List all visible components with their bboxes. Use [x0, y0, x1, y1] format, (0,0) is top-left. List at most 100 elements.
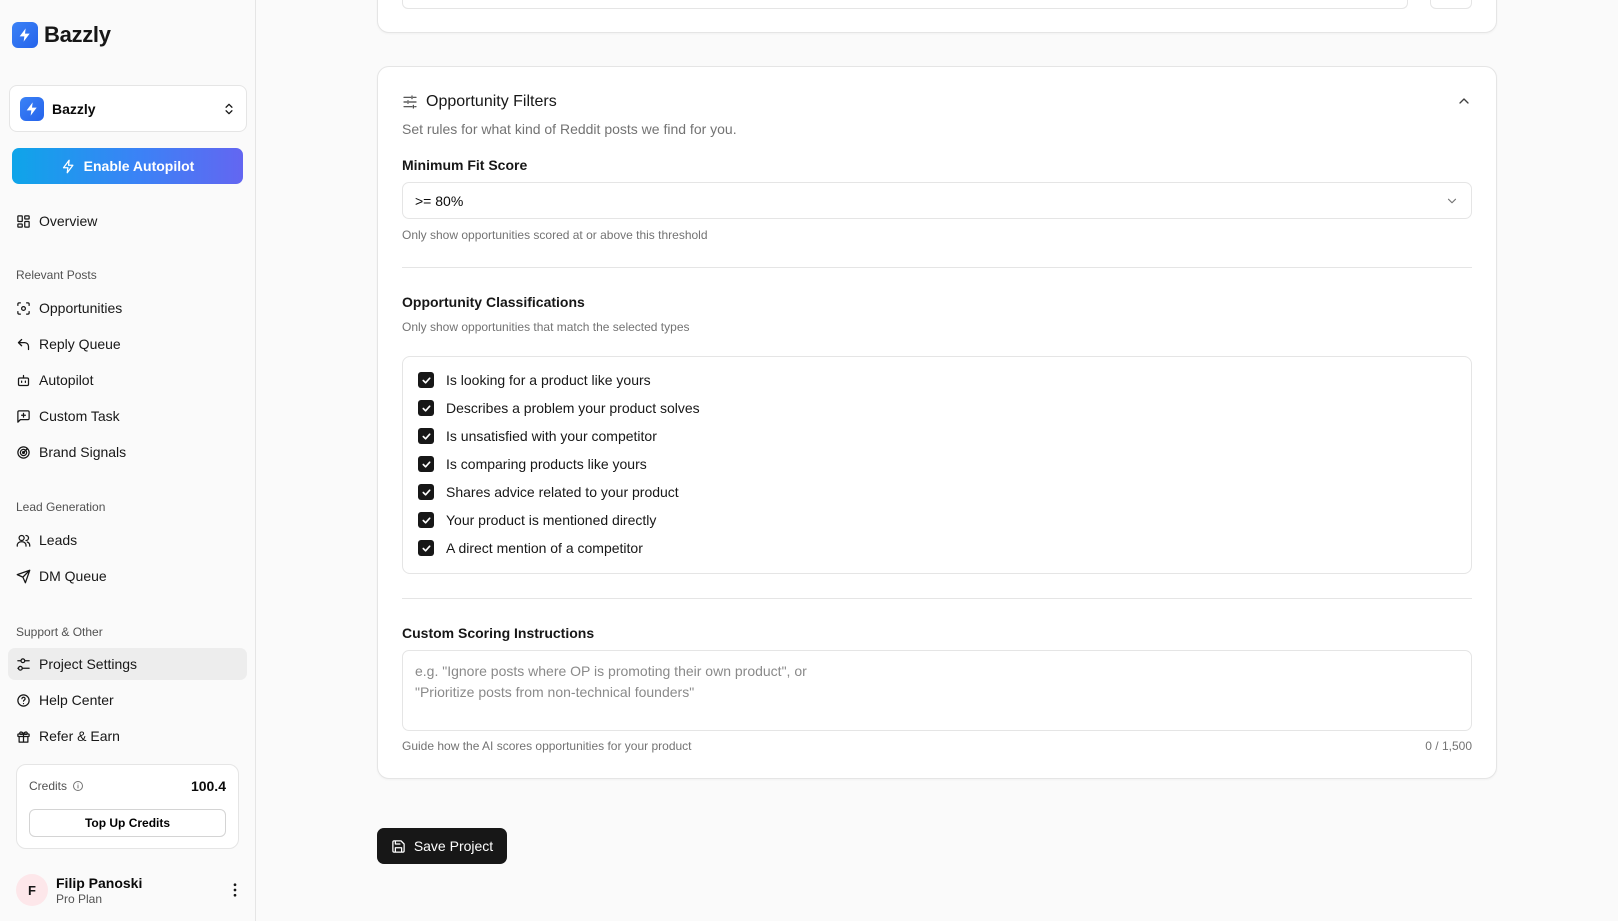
section-divider	[402, 598, 1472, 599]
bolt-icon	[62, 159, 74, 173]
card-title: Opportunity Filters	[402, 93, 557, 111]
previous-card-button[interactable]	[1430, 0, 1472, 9]
sidebar-item-label: Brand Signals	[39, 444, 127, 460]
checkbox-checked[interactable]	[418, 400, 434, 416]
sidebar-item-autopilot[interactable]: Autopilot	[8, 364, 247, 396]
card-title-text: Opportunity Filters	[426, 93, 557, 110]
previous-settings-card	[377, 0, 1497, 33]
previous-card-input[interactable]	[402, 0, 1408, 9]
reply-icon	[17, 338, 30, 350]
user-plan: Pro Plan	[56, 891, 103, 906]
bolt-logo-icon	[20, 96, 44, 121]
gift-icon	[17, 730, 30, 743]
message-plus-icon	[17, 409, 30, 423]
sidebar-item-label: Help Center	[39, 692, 114, 708]
user-info: Filip Panoski Pro Plan	[56, 875, 226, 906]
sidebar-item-project-settings[interactable]: Project Settings	[8, 648, 247, 680]
sidebar-item-leads[interactable]: Leads	[8, 524, 247, 556]
classification-label: Your product is mentioned directly	[446, 512, 657, 528]
card-description: Set rules for what kind of Reddit posts …	[402, 121, 737, 137]
project-name: Bazzly	[52, 100, 96, 117]
scan-target-icon	[17, 301, 30, 315]
classification-label: Is looking for a product like yours	[446, 372, 651, 388]
classification-checkbox[interactable]: Your product is mentioned directly	[418, 512, 656, 528]
classification-label: Is unsatisfied with your competitor	[446, 428, 657, 444]
checkbox-checked[interactable]	[418, 456, 434, 472]
classification-label: A direct mention of a competitor	[446, 540, 643, 556]
users-icon	[16, 534, 31, 547]
custom-scoring-help: Guide how the AI scores opportunities fo…	[402, 739, 692, 753]
checkbox-checked[interactable]	[418, 540, 434, 556]
classification-checkbox[interactable]: Describes a problem your product solves	[418, 400, 700, 416]
custom-scoring-textarea[interactable]: e.g. "Ignore posts where OP is promoting…	[402, 650, 1472, 731]
min-fit-score-value: >= 80%	[415, 192, 464, 209]
custom-scoring-label: Custom Scoring Instructions	[402, 625, 595, 641]
classification-checkbox[interactable]: A direct mention of a competitor	[418, 540, 643, 556]
info-icon[interactable]	[72, 780, 84, 792]
avatar: F	[16, 874, 48, 906]
brand[interactable]: Bazzly	[12, 22, 111, 48]
sidebar: Bazzly Bazzly Enable Autopilot Overview …	[0, 0, 256, 921]
min-fit-score-label: Minimum Fit Score	[402, 157, 528, 173]
credits-value: 100.4	[190, 778, 226, 794]
classification-checkbox[interactable]: Is unsatisfied with your competitor	[418, 428, 657, 444]
radar-icon	[17, 445, 30, 459]
sidebar-item-help-center[interactable]: Help Center	[8, 684, 247, 716]
check-icon	[421, 460, 431, 468]
chevron-up-down-icon	[225, 103, 233, 114]
checkbox-checked[interactable]	[418, 428, 434, 444]
send-icon	[16, 569, 31, 583]
more-vertical-icon[interactable]	[226, 881, 244, 899]
chevron-up-icon[interactable]	[1456, 93, 1472, 109]
nav-group-support-other: Support & Other	[16, 625, 103, 639]
classifications-list: Is looking for a product like yours Desc…	[402, 356, 1472, 574]
user-profile[interactable]: F Filip Panoski Pro Plan	[16, 872, 244, 908]
sidebar-item-brand-signals[interactable]: Brand Signals	[8, 436, 247, 468]
sidebar-item-opportunities[interactable]: Opportunities	[8, 292, 247, 324]
credits-label: Credits	[29, 779, 84, 793]
check-icon	[421, 432, 431, 440]
enable-autopilot-button[interactable]: Enable Autopilot	[12, 148, 243, 184]
sidebar-item-label: Leads	[39, 532, 78, 548]
sidebar-item-label: DM Queue	[39, 568, 107, 584]
check-icon	[421, 544, 431, 552]
sidebar-item-label: Autopilot	[39, 372, 94, 388]
check-icon	[421, 516, 431, 524]
dashboard-icon	[17, 214, 30, 228]
checkbox-checked[interactable]	[418, 372, 434, 388]
help-circle-icon	[17, 693, 30, 707]
sidebar-item-label: Refer & Earn	[39, 728, 120, 744]
settings-sliders-icon	[17, 657, 30, 671]
save-project-label: Save Project	[413, 838, 494, 854]
classification-label: Is comparing products like yours	[446, 456, 647, 472]
sidebar-item-overview[interactable]: Overview	[8, 205, 247, 237]
nav-group-relevant-posts: Relevant Posts	[16, 268, 97, 282]
bot-icon	[17, 374, 30, 386]
project-switcher[interactable]: Bazzly	[9, 85, 247, 132]
user-name: Filip Panoski	[56, 874, 143, 891]
sidebar-item-reply-queue[interactable]: Reply Queue	[8, 328, 247, 360]
character-counter: 0 / 1,500	[1425, 739, 1472, 753]
checkbox-checked[interactable]	[418, 484, 434, 500]
classification-checkbox[interactable]: Is comparing products like yours	[418, 456, 647, 472]
classification-checkbox[interactable]: Is looking for a product like yours	[418, 372, 651, 388]
min-fit-score-select[interactable]: >= 80%	[402, 182, 1472, 219]
section-divider	[402, 267, 1472, 268]
sidebar-item-refer-earn[interactable]: Refer & Earn	[8, 720, 247, 752]
chevron-down-icon	[1447, 198, 1457, 203]
sidebar-item-label: Project Settings	[39, 656, 138, 672]
sidebar-item-custom-task[interactable]: Custom Task	[8, 400, 247, 432]
top-up-credits-button[interactable]: Top Up Credits	[29, 809, 226, 837]
checkbox-checked[interactable]	[418, 512, 434, 528]
sidebar-item-dm-queue[interactable]: DM Queue	[8, 560, 247, 592]
check-icon	[421, 376, 431, 384]
sidebar-item-label: Overview	[39, 213, 98, 229]
filter-sliders-icon	[403, 95, 417, 109]
enable-autopilot-label: Enable Autopilot	[83, 158, 195, 174]
classification-label: Shares advice related to your product	[446, 484, 679, 500]
classifications-label: Opportunity Classifications	[402, 294, 585, 310]
brand-name: Bazzly	[44, 22, 111, 47]
classification-label: Describes a problem your product solves	[446, 400, 700, 416]
save-project-button[interactable]: Save Project	[377, 828, 507, 864]
classification-checkbox[interactable]: Shares advice related to your product	[418, 484, 679, 500]
